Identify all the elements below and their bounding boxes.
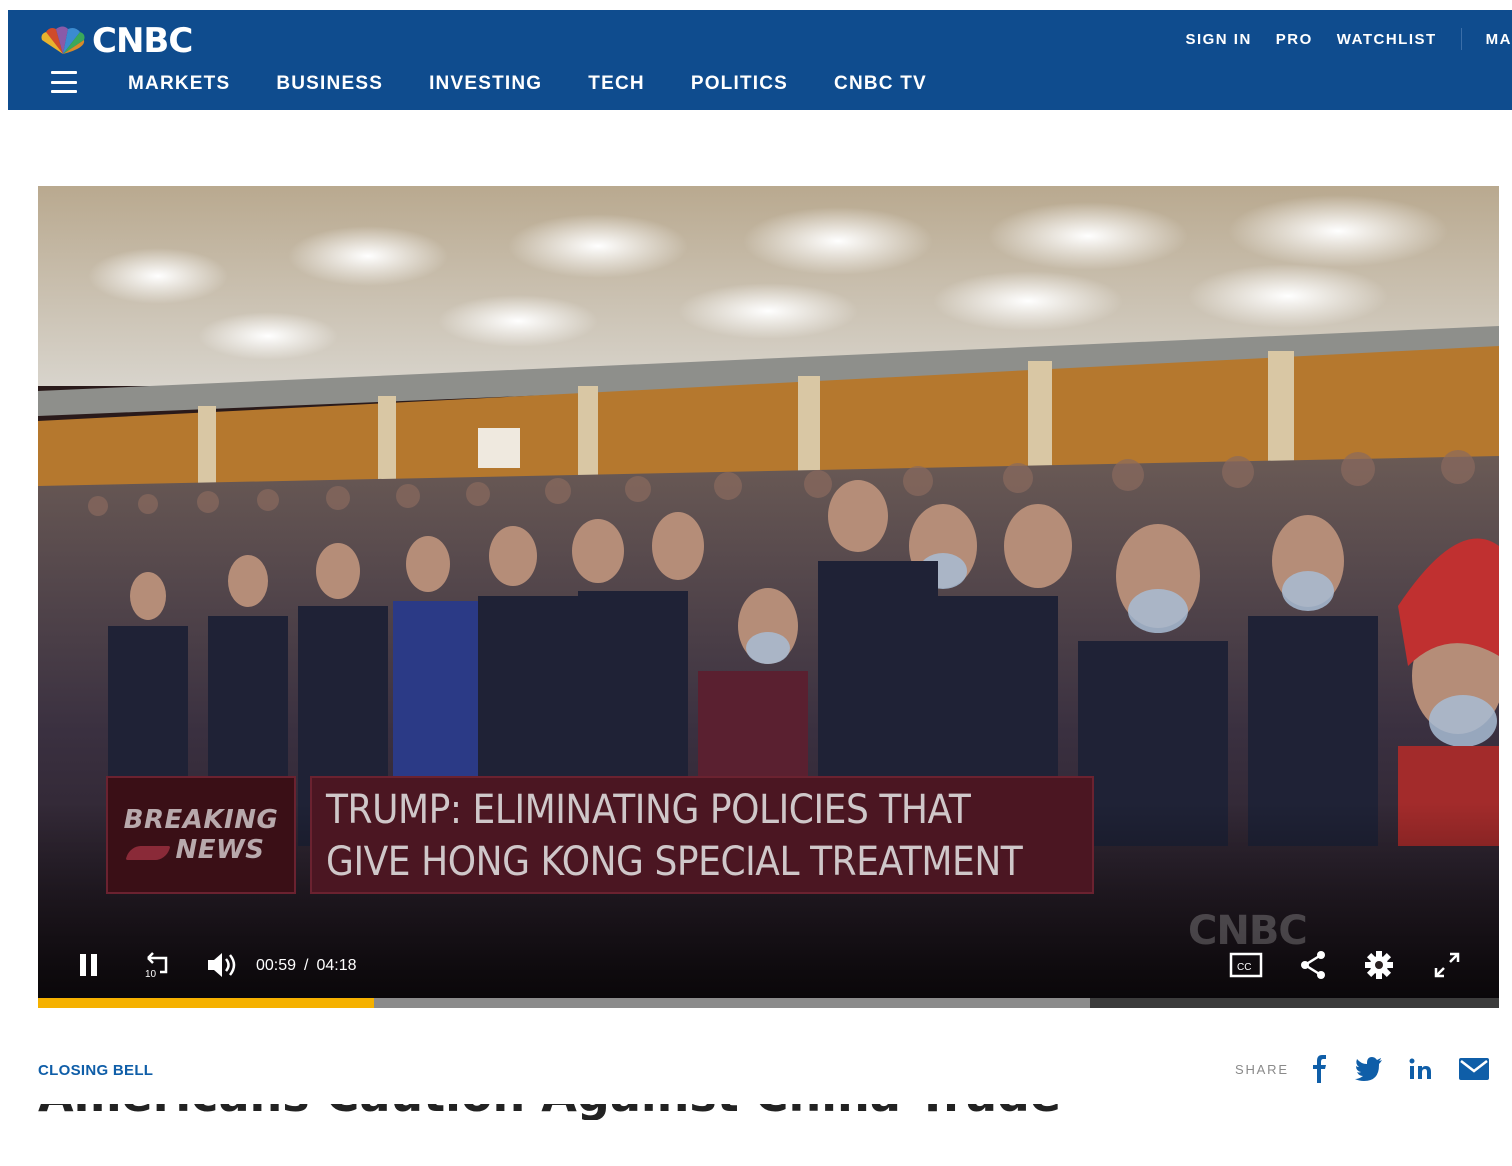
pause-icon[interactable] <box>78 948 100 987</box>
video-player[interactable]: BREAKING NEWS TRUMP: ELIMINATING POLICIE… <box>38 186 1499 1008</box>
sign-in-link[interactable]: SIGN IN <box>1185 31 1251 48</box>
breaking-news-badge: BREAKING NEWS <box>106 776 296 894</box>
news-text: NEWS <box>175 835 265 865</box>
nav-investing[interactable]: INVESTING <box>429 72 542 96</box>
pro-link[interactable]: PRO <box>1276 31 1313 48</box>
time-display: 00:59 / 04:18 <box>256 957 357 975</box>
hamburger-icon[interactable] <box>51 71 77 93</box>
swoosh-decoration <box>125 846 171 860</box>
time-separator: / <box>304 957 309 974</box>
divider <box>1460 28 1462 50</box>
replay-10-icon[interactable]: 10 <box>140 948 174 987</box>
nav-cnbc-tv[interactable]: CNBC TV <box>834 72 927 96</box>
fullscreen-icon[interactable] <box>1430 948 1464 987</box>
section-label-link[interactable]: CLOSING BELL <box>38 1062 153 1079</box>
email-icon[interactable] <box>1458 1058 1489 1080</box>
svg-text:CC: CC <box>1237 962 1251 973</box>
duration: 04:18 <box>316 957 357 974</box>
markets-link-truncated[interactable]: MA <box>1486 31 1512 48</box>
progress-bar[interactable] <box>38 998 1499 1008</box>
player-controls: 10 00:59 / 04:18 CC <box>38 934 1499 998</box>
main-nav: MARKETS BUSINESS INVESTING TECH POLITICS… <box>128 72 973 96</box>
settings-icon[interactable] <box>1362 948 1396 987</box>
share-icon[interactable] <box>1296 948 1330 987</box>
nav-politics[interactable]: POLITICS <box>691 72 788 96</box>
watchlist-link[interactable]: WATCHLIST <box>1337 31 1437 48</box>
chyron: TRUMP: ELIMINATING POLICIES THAT GIVE HO… <box>310 776 1094 894</box>
svg-text:10: 10 <box>145 969 157 980</box>
closed-captions-icon[interactable]: CC <box>1228 948 1264 987</box>
twitter-icon[interactable] <box>1354 1057 1383 1081</box>
nav-markets[interactable]: MARKETS <box>128 72 230 96</box>
logo-text: CNBC <box>92 21 193 61</box>
nav-business[interactable]: BUSINESS <box>276 72 383 96</box>
facebook-icon[interactable] <box>1311 1055 1329 1083</box>
article-headline-partial: Americans Caution Against China Trade <box>38 1104 1338 1120</box>
chyron-line-2: GIVE HONG KONG SPECIAL TREATMENT <box>326 839 1023 885</box>
site-header: CNBC SIGN IN PRO WATCHLIST MA MARKETS BU… <box>8 10 1512 110</box>
account-links: SIGN IN PRO WATCHLIST MA <box>1161 28 1512 50</box>
linkedin-icon[interactable] <box>1409 1057 1433 1081</box>
share-bar: SHARE <box>1235 1055 1489 1083</box>
played-bar <box>38 998 375 1008</box>
cnbc-logo[interactable]: CNBC <box>38 21 193 61</box>
chyron-line-1: TRUMP: ELIMINATING POLICIES THAT <box>326 787 971 833</box>
current-time: 00:59 <box>256 957 297 974</box>
nav-tech[interactable]: TECH <box>588 72 645 96</box>
share-label: SHARE <box>1235 1061 1289 1077</box>
peacock-icon <box>41 26 85 54</box>
volume-icon[interactable] <box>204 948 240 987</box>
article-headline-text: Americans Caution Against China Trade <box>38 1104 1061 1120</box>
breaking-news-banner: BREAKING NEWS TRUMP: ELIMINATING POLICIE… <box>106 776 1094 894</box>
breaking-text: BREAKING <box>123 805 279 835</box>
